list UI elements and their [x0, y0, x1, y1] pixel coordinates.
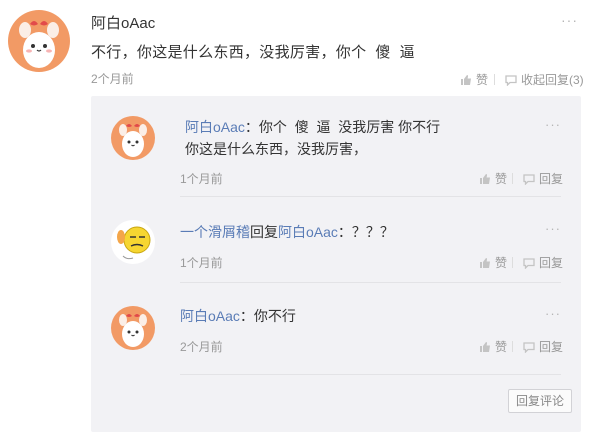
- more-options-icon[interactable]: ···: [561, 12, 578, 28]
- like-button[interactable]: 赞: [479, 170, 507, 187]
- like-button[interactable]: 赞: [460, 71, 488, 88]
- reply-button[interactable]: 回复: [512, 338, 563, 355]
- reply-text: 一个滑屑稽回复阿白oAac：？？？: [180, 224, 394, 240]
- reply-section: 阿白oAac：你个 傻 逼 没我厉害 你不行 你这是什么东西，没我厉害， 1个月…: [91, 96, 581, 432]
- comment-username[interactable]: 阿白oAac: [91, 12, 155, 33]
- like-button[interactable]: 赞: [479, 338, 507, 355]
- reply-time: 2个月前: [180, 340, 223, 354]
- divider: [180, 196, 561, 197]
- reply-time: 1个月前: [180, 172, 223, 186]
- reply-button[interactable]: 回复: [512, 170, 563, 187]
- reply-username[interactable]: 阿白oAac: [185, 119, 245, 135]
- thumbs-up-icon: [480, 341, 490, 352]
- reply-avatar[interactable]: [111, 306, 155, 350]
- comment-icon: [523, 257, 535, 269]
- thumbs-up-icon: [480, 173, 490, 184]
- reply-time: 1个月前: [180, 256, 223, 270]
- reply-text: 阿白oAac：你不行: [180, 308, 296, 324]
- comment-text: 不行，你这是什么东西，没我厉害，你个 傻 逼: [91, 44, 415, 61]
- reply-text-continued: 你这是什么东西，没我厉害，: [185, 141, 367, 157]
- like-button[interactable]: 赞: [479, 254, 507, 271]
- more-options-icon[interactable]: ···: [545, 117, 561, 132]
- collapse-replies-label: 收起回复(3): [521, 73, 584, 87]
- thumbs-up-icon: [480, 257, 490, 268]
- reply-button[interactable]: 回复: [512, 254, 563, 271]
- comment-icon: [505, 74, 517, 86]
- reply-username[interactable]: 一个滑屑稽: [180, 224, 250, 240]
- thumbs-up-icon: [461, 74, 471, 85]
- more-options-icon[interactable]: ···: [545, 221, 561, 236]
- like-label: 赞: [476, 73, 489, 87]
- divider: [180, 374, 561, 375]
- comment-icon: [523, 341, 535, 353]
- collapse-replies-button[interactable]: 收起回复(3): [494, 71, 584, 88]
- avatar[interactable]: [8, 10, 70, 72]
- reply-username[interactable]: 阿白oAac: [180, 308, 240, 324]
- more-options-icon[interactable]: ···: [545, 306, 561, 321]
- reply-avatar[interactable]: [111, 220, 155, 264]
- reply-text: 阿白oAac：你个 傻 逼 没我厉害 你不行: [185, 119, 441, 135]
- comment-icon: [523, 173, 535, 185]
- reply-comment-button[interactable]: 回复评论: [508, 389, 572, 413]
- comment-time: 2个月前: [91, 72, 134, 86]
- reply-avatar[interactable]: [111, 116, 155, 160]
- divider: [180, 282, 561, 283]
- reply-target-username[interactable]: 阿白oAac: [278, 224, 338, 240]
